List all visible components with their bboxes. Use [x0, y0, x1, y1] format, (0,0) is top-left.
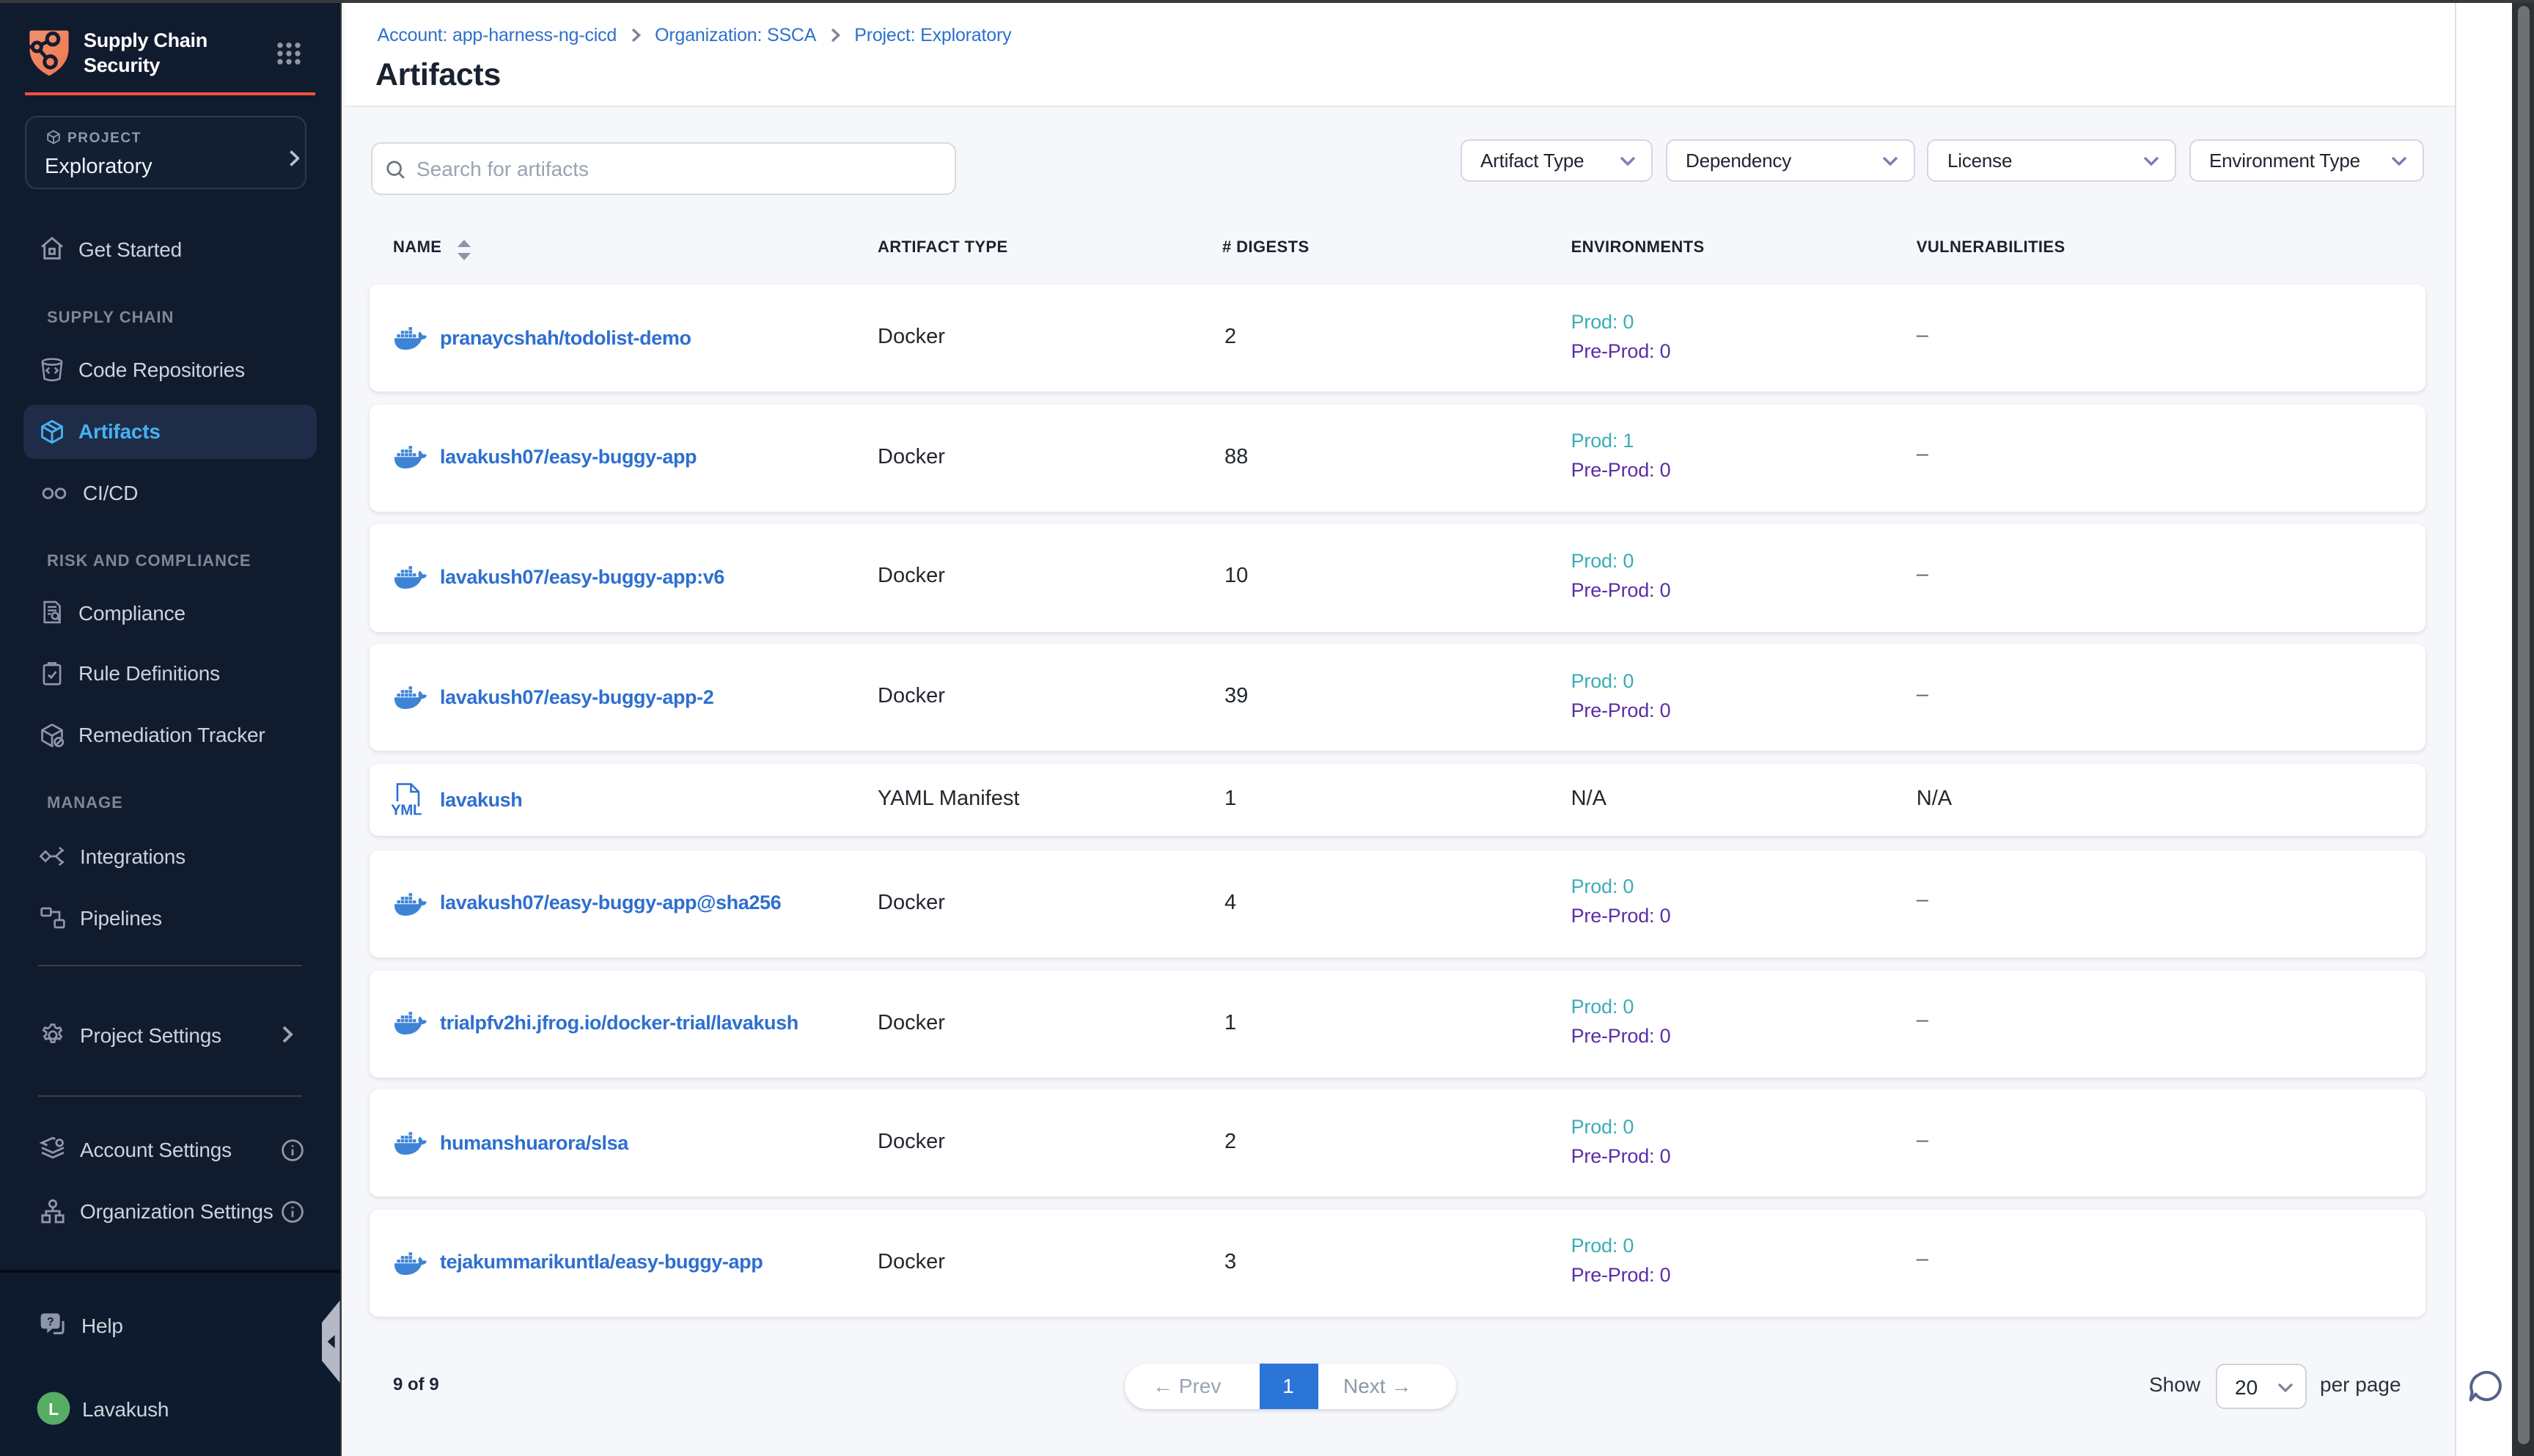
svg-text:YML: YML: [392, 802, 422, 817]
svg-text:?: ?: [47, 1316, 54, 1328]
svg-text:L: L: [48, 1400, 59, 1419]
